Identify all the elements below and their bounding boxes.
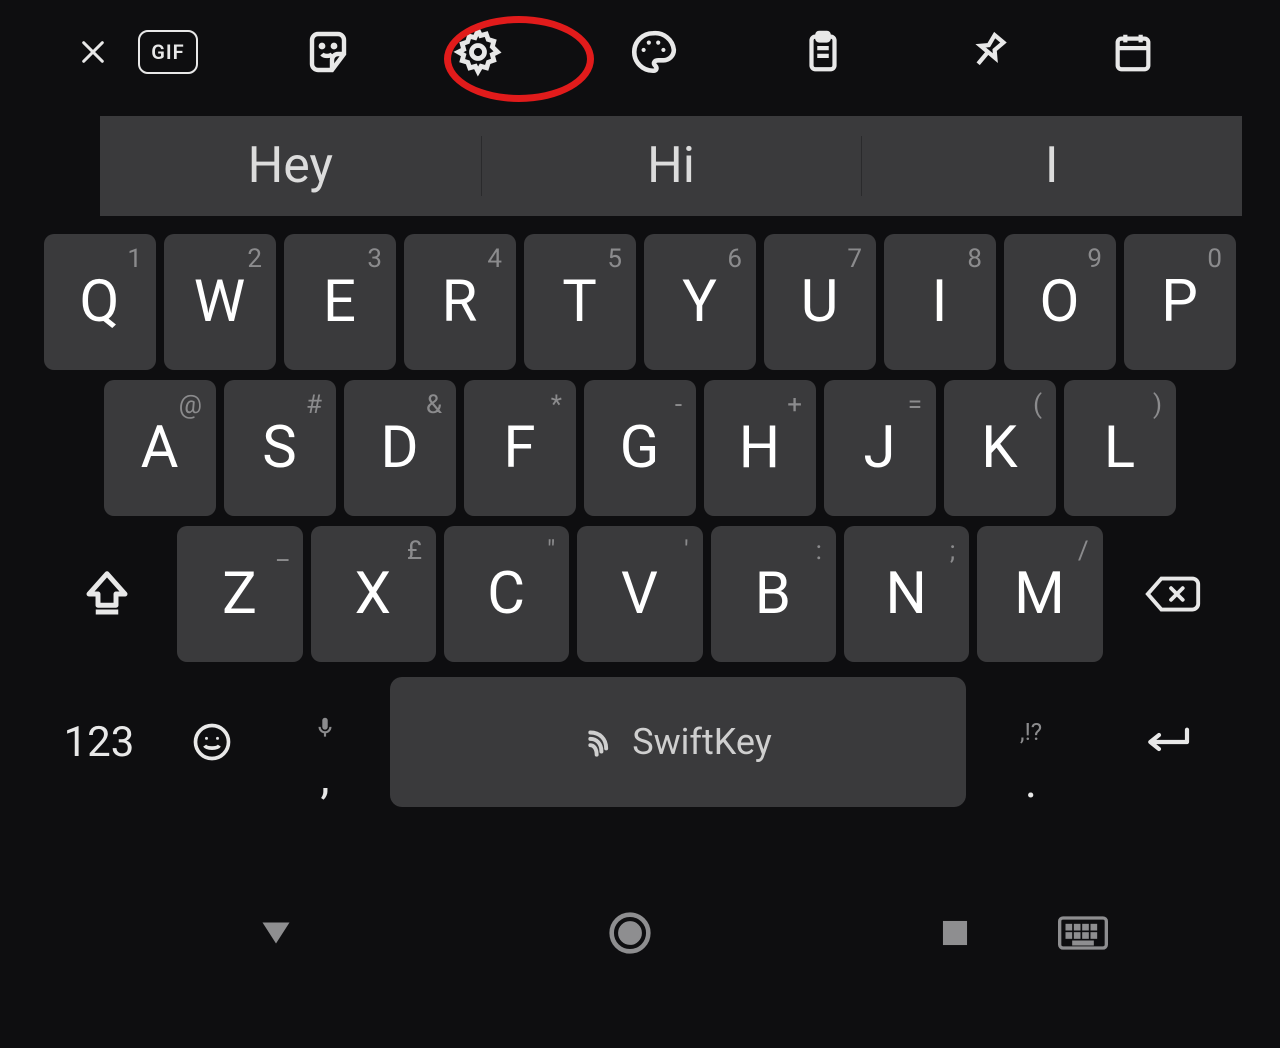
- pin-icon: [956, 20, 1021, 85]
- themes-button[interactable]: [568, 20, 738, 84]
- nav-recent-button[interactable]: [938, 916, 972, 950]
- period-key[interactable]: ,!? .: [976, 672, 1086, 812]
- numeric-key[interactable]: 123: [44, 697, 154, 787]
- clipboard-icon: [800, 29, 846, 75]
- suggestion-1[interactable]: Hey: [100, 116, 481, 216]
- gif-button[interactable]: GIF: [128, 20, 208, 84]
- key-m[interactable]: /M: [977, 526, 1102, 662]
- key-a[interactable]: @A: [104, 380, 216, 516]
- key-row-2: @A #S &D *F -G +H =J (K )L: [38, 380, 1242, 516]
- recent-square-icon: [938, 916, 972, 950]
- key-v[interactable]: 'V: [577, 526, 702, 662]
- home-circle-icon: [608, 911, 652, 955]
- keyboard-toolbar: GIF: [38, 0, 1242, 104]
- key-u[interactable]: 7U: [764, 234, 876, 370]
- key-y[interactable]: 6Y: [644, 234, 756, 370]
- key-row-4: 123 , SwiftKey ,!? .: [38, 672, 1242, 812]
- key-o[interactable]: 9O: [1004, 234, 1116, 370]
- key-j[interactable]: =J: [824, 380, 936, 516]
- key-e[interactable]: 3E: [284, 234, 396, 370]
- key-t[interactable]: 5T: [524, 234, 636, 370]
- key-w[interactable]: 2W: [164, 234, 276, 370]
- backspace-key[interactable]: [1111, 526, 1236, 662]
- key-f[interactable]: *F: [464, 380, 576, 516]
- key-b[interactable]: :B: [711, 526, 836, 662]
- stickers-button[interactable]: [268, 20, 388, 84]
- spacebar-label: SwiftKey: [632, 721, 772, 763]
- settings-button[interactable]: [388, 20, 568, 84]
- key-row-1: 1Q 2W 3E 4R 5T 6Y 7U 8I 9O 0P: [38, 234, 1242, 370]
- keyboard-switch-icon: [1058, 915, 1108, 951]
- key-d[interactable]: &D: [344, 380, 456, 516]
- key-x[interactable]: £X: [311, 526, 436, 662]
- key-i[interactable]: 8I: [884, 234, 996, 370]
- key-z[interactable]: _Z: [177, 526, 302, 662]
- key-row-3: _Z £X "C 'V :B ;N /M: [38, 526, 1242, 662]
- backspace-icon: [1142, 570, 1204, 618]
- shift-icon: [80, 567, 134, 621]
- close-icon: [77, 36, 109, 68]
- spacebar[interactable]: SwiftKey: [390, 677, 966, 807]
- nav-keyboard-switch-button[interactable]: [1058, 915, 1108, 951]
- key-n[interactable]: ;N: [844, 526, 969, 662]
- gear-icon: [452, 26, 504, 78]
- calendar-button[interactable]: [1068, 20, 1198, 84]
- comma-label: ,: [320, 763, 329, 793]
- comma-key[interactable]: ,: [270, 673, 380, 811]
- clipboard-button[interactable]: [738, 20, 908, 84]
- mic-icon: [312, 715, 338, 745]
- shift-key[interactable]: [44, 526, 169, 662]
- key-c[interactable]: "C: [444, 526, 569, 662]
- gif-icon: GIF: [138, 30, 198, 74]
- key-p[interactable]: 0P: [1124, 234, 1236, 370]
- emoji-key[interactable]: [164, 697, 260, 787]
- key-q[interactable]: 1Q: [44, 234, 156, 370]
- key-r[interactable]: 4R: [404, 234, 516, 370]
- key-h[interactable]: +H: [704, 380, 816, 516]
- back-triangle-icon: [258, 918, 294, 948]
- swiftkey-logo-icon: [584, 723, 622, 761]
- suggestion-2[interactable]: Hi: [481, 116, 862, 216]
- palette-icon: [628, 27, 678, 77]
- key-g[interactable]: -G: [584, 380, 696, 516]
- period-label: .: [1025, 772, 1037, 792]
- enter-icon: [1138, 720, 1194, 764]
- key-l[interactable]: )L: [1064, 380, 1176, 516]
- sticker-icon: [304, 28, 352, 76]
- key-k[interactable]: (K: [944, 380, 1056, 516]
- nav-home-button[interactable]: [608, 911, 652, 955]
- close-button[interactable]: [58, 20, 128, 84]
- nav-back-button[interactable]: [258, 918, 294, 948]
- enter-key[interactable]: [1096, 697, 1236, 787]
- period-hint: ,!?: [1020, 718, 1042, 746]
- smiley-icon: [190, 720, 234, 764]
- key-s[interactable]: #S: [224, 380, 336, 516]
- calendar-icon: [1110, 29, 1156, 75]
- suggestion-3[interactable]: I: [861, 116, 1242, 216]
- pin-button[interactable]: [908, 20, 1068, 84]
- keyboard: 1Q 2W 3E 4R 5T 6Y 7U 8I 9O 0P @A #S &D *…: [38, 234, 1242, 812]
- system-nav-bar: [38, 878, 1242, 988]
- suggestion-bar: Hey Hi I: [100, 116, 1242, 216]
